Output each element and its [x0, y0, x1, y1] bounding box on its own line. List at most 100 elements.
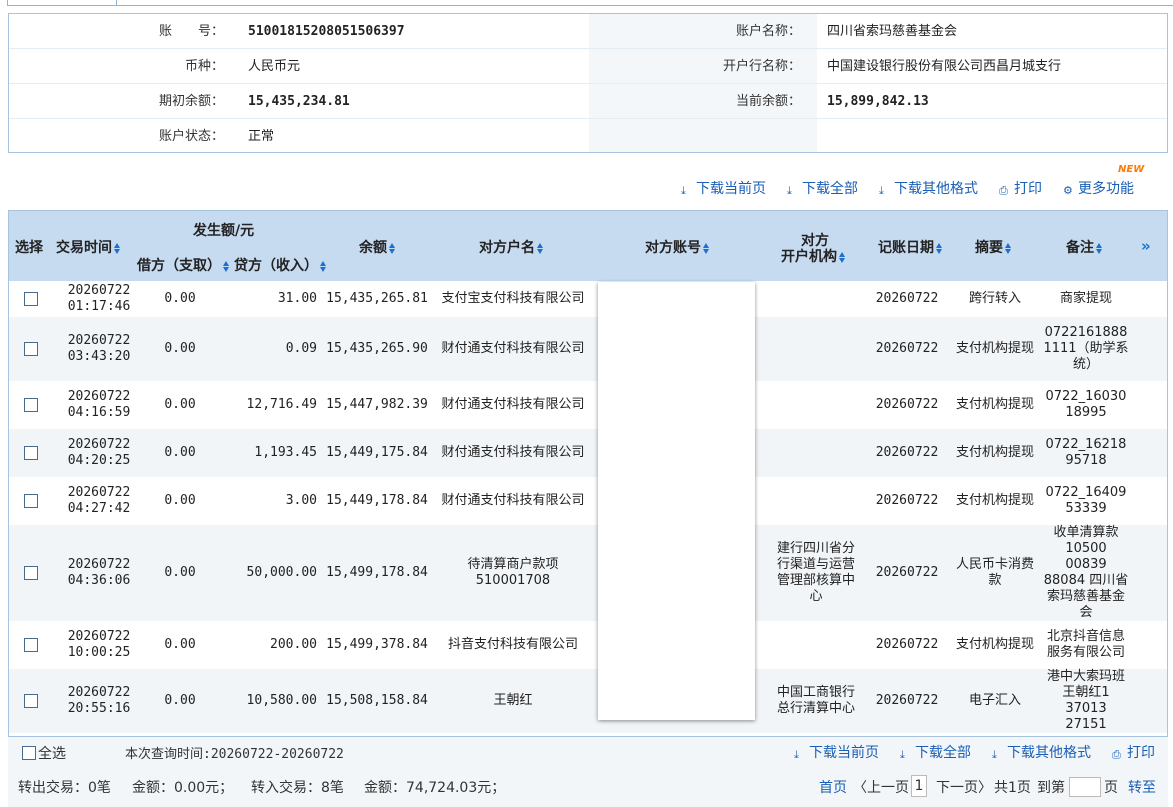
next-page-link[interactable]: 下一页〉 — [936, 777, 992, 797]
cell-book: 20260722 — [875, 693, 939, 708]
cell-name: 王朝红 — [493, 693, 533, 708]
cell-remark: 0722_16030 18995 — [1045, 389, 1127, 420]
sort-icon[interactable] — [1005, 242, 1012, 254]
sort-icon[interactable] — [114, 242, 121, 254]
more-columns-icon[interactable]: » — [1141, 237, 1151, 255]
download-icon: ⤓ — [794, 748, 799, 761]
print-icon: ⎙ — [1112, 748, 1121, 761]
table-row: 20260722 10:00:25 0.00 200.00 15,499,378.84 抖… — [9, 621, 1167, 669]
col-credit[interactable]: 贷方（收入） — [234, 255, 327, 275]
sort-icon[interactable] — [703, 242, 710, 254]
cell-summary: 支付机构提现 — [955, 381, 1035, 429]
account-status-label: 账户状态： — [158, 129, 224, 144]
download-all-link[interactable]: ⤓ 下载全部 — [787, 178, 858, 200]
cell-credit: 50,000.00 — [246, 565, 317, 580]
current-balance-value: 15,899,842.13 — [827, 94, 929, 109]
cell-credit: 0.09 — [285, 341, 317, 356]
col-counterparty-bank[interactable]: 开户机构 — [781, 246, 846, 266]
cell-name: 财付通支付科技有限公司 — [437, 477, 589, 525]
cell-date-part: 20260722 — [67, 685, 131, 700]
prev-page-link[interactable]: 〈上一页 — [853, 777, 909, 797]
account-no-value: 51001815208051506397 — [248, 24, 405, 39]
transaction-table: 选择 交易时间 发生额/元 借方（支取） 贷方（收入） 余额 对方户名 对方账号… — [8, 210, 1168, 737]
cell-balance: 15,435,265.81 — [325, 281, 429, 317]
goto-page-input[interactable] — [1069, 777, 1101, 797]
col-time[interactable]: 交易时间 — [56, 237, 121, 257]
cell-name: 王朝红 — [437, 669, 589, 733]
sort-icon[interactable] — [1096, 242, 1103, 254]
top-tab-strip — [0, 0, 1173, 8]
cell-name: 财付通支付科技有限公司 — [441, 445, 585, 460]
row-checkbox[interactable] — [24, 494, 38, 508]
opening-balance-value: 15,435,234.81 — [248, 94, 350, 109]
cell-balance: 15,447,982.39 — [326, 397, 428, 412]
select-all[interactable]: 全选 — [22, 743, 66, 763]
row-checkbox[interactable] — [24, 398, 38, 412]
download-icon: ⤓ — [787, 184, 792, 197]
sort-icon[interactable] — [537, 242, 544, 254]
select-all-checkbox[interactable] — [22, 746, 36, 760]
incoming-amount: 金额：74,724.03元； — [364, 780, 506, 796]
cell-debit: 0.00 — [145, 281, 215, 317]
download-page-link[interactable]: ⤓ 下载当前页 — [681, 178, 766, 200]
cell-summary: 跨行转入 — [955, 281, 1035, 317]
sort-icon[interactable] — [320, 260, 327, 272]
cell-time-part: 04:36:06 — [67, 573, 131, 588]
cell-balance: 15,508,158.84 — [326, 693, 428, 708]
cell-time-part: 01:17:46 — [67, 299, 131, 314]
cell-debit: 0.00 — [145, 429, 215, 477]
sort-icon[interactable] — [839, 251, 846, 263]
cell-bank — [771, 621, 861, 669]
row-checkbox[interactable] — [24, 342, 38, 356]
cell-remark: 0722_16218 95718 — [1045, 437, 1127, 468]
col-balance[interactable]: 余额 — [359, 237, 396, 257]
cell-date-part: 20260722 — [67, 437, 131, 452]
first-page-link[interactable]: 首页 — [819, 777, 847, 797]
col-counterparty-account[interactable]: 对方账号 — [645, 237, 710, 257]
cell-time-part: 04:16:59 — [67, 405, 131, 420]
cell-name: 待清算商户款项510001708 — [467, 557, 559, 588]
sort-icon[interactable] — [223, 260, 230, 272]
col-booking-date[interactable]: 记账日期 — [878, 237, 943, 257]
col-debit[interactable]: 借方（支取） — [137, 255, 230, 275]
col-summary[interactable]: 摘要 — [975, 237, 1012, 257]
cell-name: 支付宝支付科技有限公司 — [441, 291, 585, 306]
download-other-format-link[interactable]: ⤓ 下载其他格式 — [879, 178, 978, 200]
row-checkbox[interactable] — [24, 638, 38, 652]
row-checkbox[interactable] — [24, 694, 38, 708]
footer-download-page-link[interactable]: ⤓ 下载当前页 — [794, 742, 879, 762]
goto-label: 到第 — [1037, 780, 1065, 796]
cell-credit: 0.09 — [215, 317, 325, 381]
cell-balance: 15,447,982.39 — [325, 381, 429, 429]
active-tab[interactable] — [7, 0, 117, 6]
cell-book: 20260722 — [867, 621, 947, 669]
cell-remark: 0722_16409 53339 — [1045, 485, 1127, 516]
cell-summary: 支付机构提现 — [955, 341, 1034, 356]
col-counterparty-name[interactable]: 对方户名 — [479, 237, 544, 257]
sort-icon[interactable] — [936, 242, 943, 254]
go-button[interactable]: 转至 — [1128, 777, 1156, 797]
cell-credit: 3.00 — [285, 493, 317, 508]
cell-remark: 港中大索玛班王朝红1 37013 27151 — [1043, 669, 1129, 733]
table-row: 20260722 04:16:59 0.00 12,716.49 15,447,982.… — [9, 381, 1167, 429]
cell-book: 20260722 — [875, 341, 939, 356]
cell-credit: 12,716.49 — [246, 397, 317, 412]
row-checkbox[interactable] — [24, 566, 38, 580]
cell-balance: 15,499,378.84 — [325, 621, 429, 669]
cell-credit: 12,716.49 — [215, 381, 325, 429]
row-checkbox[interactable] — [24, 446, 38, 460]
row-checkbox[interactable] — [24, 292, 38, 306]
cell-debit: 0.00 — [164, 291, 196, 306]
cell-debit: 0.00 — [164, 493, 196, 508]
sort-icon[interactable] — [389, 242, 396, 254]
col-remark[interactable]: 备注 — [1066, 237, 1103, 257]
footer-download-all-link[interactable]: ⤓ 下载全部 — [900, 742, 971, 762]
footer-download-other-link[interactable]: ⤓ 下载其他格式 — [992, 742, 1091, 762]
cell-time-part: 04:27:42 — [67, 501, 131, 516]
cell-bank — [771, 477, 861, 525]
footer-print-link[interactable]: ⎙ 打印 — [1112, 742, 1155, 762]
cell-book: 20260722 — [875, 637, 939, 652]
cell-time: 20260722 04:20:25 — [53, 429, 145, 477]
print-link[interactable]: ⎙ 打印 — [999, 178, 1042, 200]
more-functions-link[interactable]: ⚙ 更多功能 — [1063, 178, 1134, 200]
